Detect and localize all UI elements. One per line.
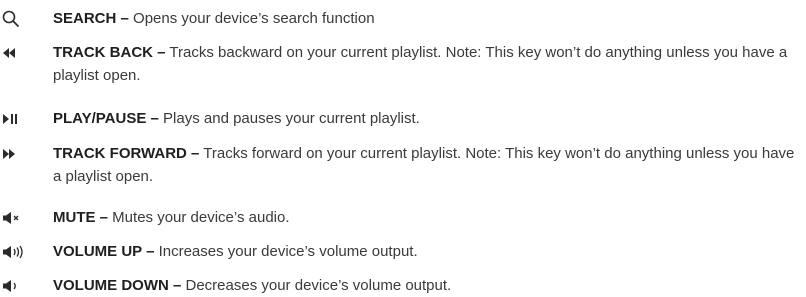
key-name: TRACK FORWARD – [53, 145, 200, 162]
track-back-icon [2, 43, 28, 63]
key-name: PLAY/PAUSE – [53, 110, 159, 127]
key-text: TRACK BACK – Tracks backward on your cur… [53, 41, 803, 87]
key-text: VOLUME DOWN – Decreases your device’s vo… [53, 274, 803, 297]
key-name: SEARCH – [53, 10, 129, 27]
key-text: SEARCH – Opens your device’s search func… [53, 7, 803, 30]
key-description: Decreases your device’s volume output. [181, 277, 452, 294]
key-description: Mutes your device’s audio. [108, 209, 290, 226]
track-forward-icon [2, 144, 28, 164]
key-name: VOLUME UP – [53, 243, 155, 260]
key-name: VOLUME DOWN – [53, 277, 182, 294]
play-pause-icon [2, 109, 28, 129]
key-description: Opens your device’s search function [128, 10, 375, 27]
key-name: TRACK BACK – [53, 44, 166, 61]
volume-down-icon [2, 276, 28, 296]
key-text: MUTE – Mutes your device’s audio. [53, 206, 803, 229]
key-description: Increases your device’s volume output. [154, 243, 418, 260]
mute-icon [2, 208, 28, 228]
key-text: TRACK FORWARD – Tracks forward on your c… [53, 142, 803, 188]
key-description: Plays and pauses your current playlist. [158, 110, 420, 127]
volume-up-icon [2, 242, 28, 262]
key-text: VOLUME UP – Increases your device’s volu… [53, 240, 803, 263]
search-icon [2, 9, 28, 29]
key-text: PLAY/PAUSE – Plays and pauses your curre… [53, 107, 803, 130]
key-name: MUTE – [53, 209, 109, 226]
